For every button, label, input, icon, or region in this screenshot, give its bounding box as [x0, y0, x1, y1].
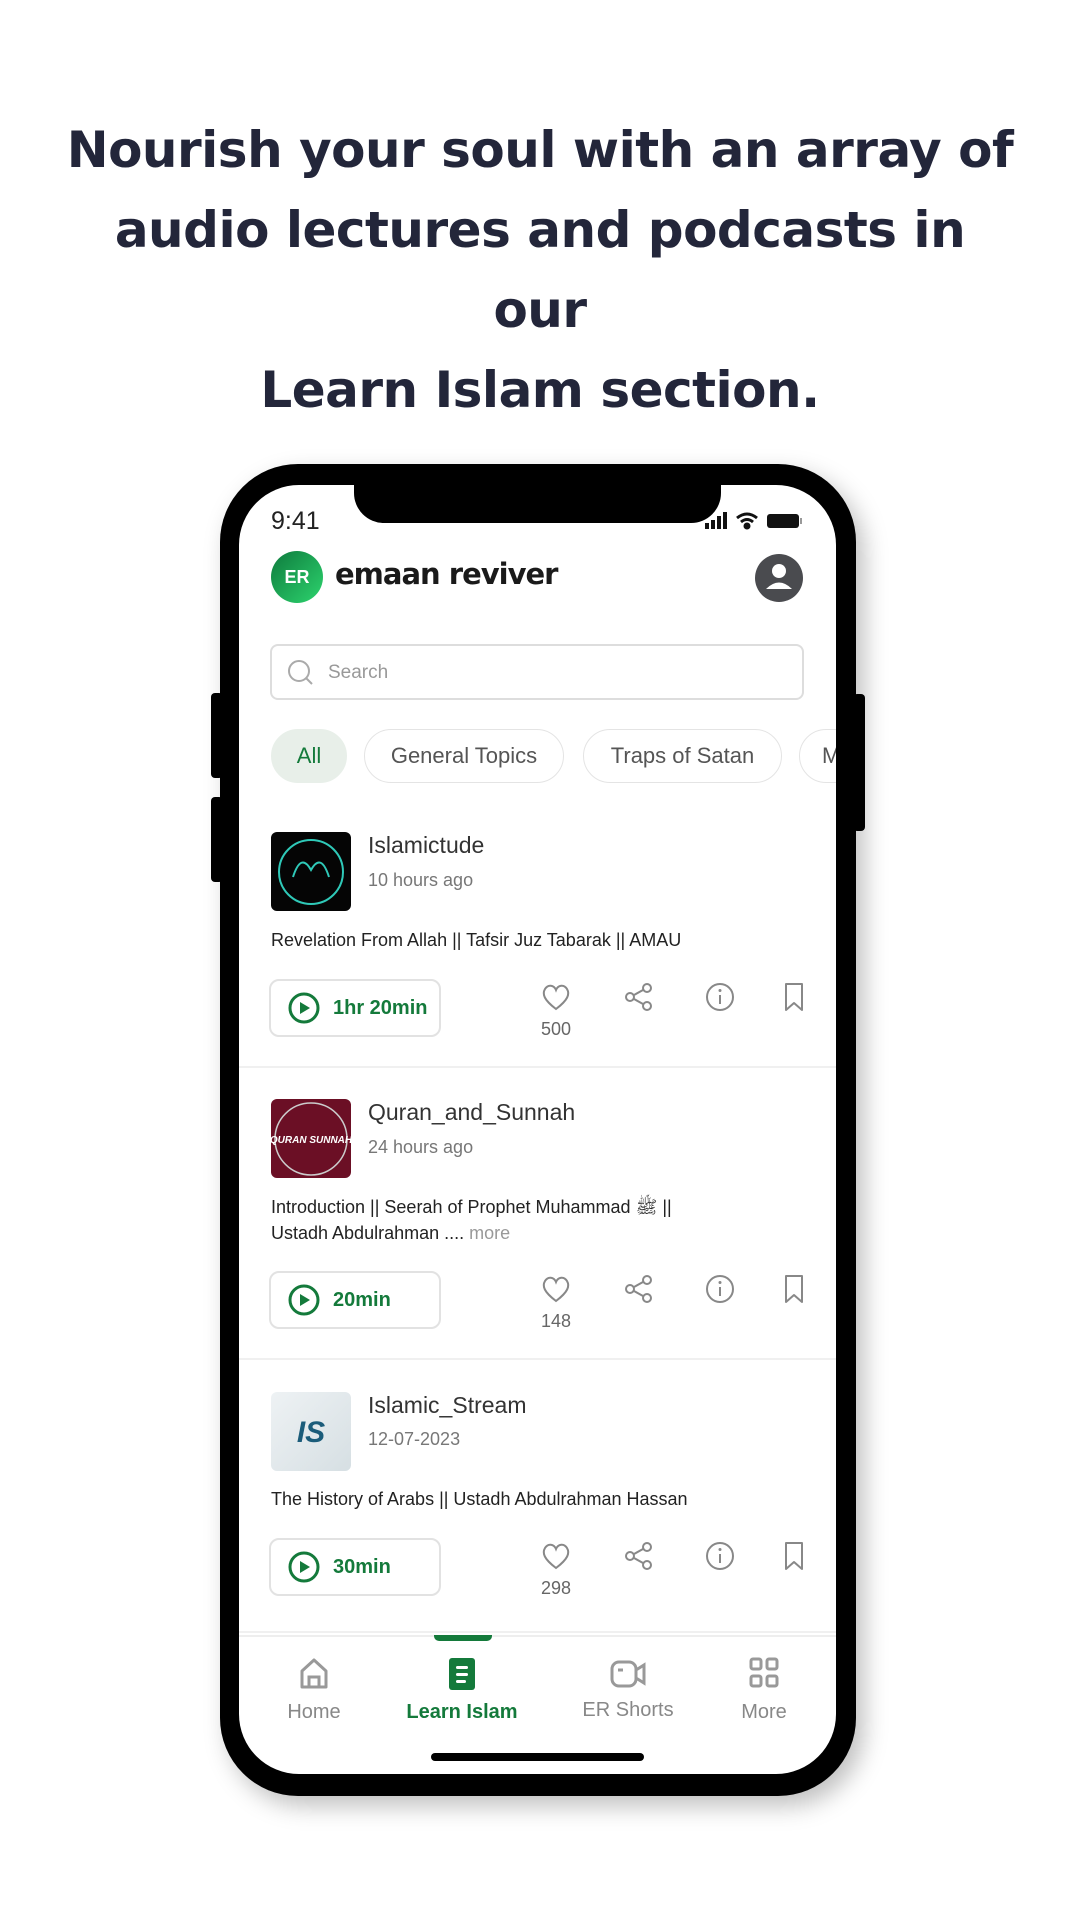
bookmark-icon: [785, 1542, 803, 1570]
grid-icon: [749, 1657, 779, 1688]
channel-name[interactable]: Quran_and_Sunnah: [368, 1099, 575, 1126]
svg-text:IS: IS: [297, 1416, 325, 1449]
document-icon: [449, 1658, 475, 1690]
islamic-stream-logo: IS: [297, 1416, 325, 1449]
search-input[interactable]: Search: [270, 644, 804, 700]
channel-thumbnail[interactable]: [271, 832, 351, 911]
home-indicator: [431, 1753, 644, 1761]
post-time: 12-07-2023: [368, 1429, 461, 1449]
info-icon: [706, 1542, 734, 1570]
like-count: 148: [540, 1311, 572, 1331]
play-button[interactable]: 20min: [269, 1271, 441, 1329]
heart-icon: [542, 984, 570, 1011]
post-title[interactable]: Introduction || Seerah of Prophet Muhamm…: [271, 1194, 771, 1246]
channel-thumbnail[interactable]: IS: [271, 1392, 351, 1471]
calligraphy-logo: [278, 839, 344, 905]
nav-learn-islam[interactable]: Learn Islam: [387, 1657, 537, 1727]
headline: Nourish your soul with an array of audio…: [66, 121, 1014, 419]
bookmark-icon: [785, 983, 803, 1011]
like-count: 500: [540, 1019, 572, 1039]
battery-icon: [767, 514, 802, 528]
heart-button[interactable]: [540, 981, 572, 1018]
divider: [239, 1358, 836, 1360]
app-logo: ER: [271, 551, 323, 603]
channel-thumbnail[interactable]: QURAN SUNNAH: [271, 1099, 351, 1178]
share-icon: [625, 1542, 652, 1570]
info-icon: [706, 983, 734, 1011]
nav-er-shorts[interactable]: ER Shorts: [553, 1657, 703, 1727]
channel-name[interactable]: Islamictude: [368, 832, 484, 859]
share-icon: [625, 1275, 652, 1303]
user-icon: [766, 564, 792, 589]
play-icon: [288, 992, 320, 1024]
like-count: 298: [540, 1578, 572, 1598]
post-time: 10 hours ago: [368, 870, 474, 890]
play-button[interactable]: 30min: [269, 1538, 441, 1596]
play-icon: [288, 1551, 320, 1583]
signal-icon: [705, 512, 727, 529]
divider: [239, 1066, 836, 1068]
notch: [354, 485, 721, 523]
chip-more-topics[interactable]: M: [799, 729, 836, 783]
phone-screen: 9:41 ER emaan reviver Search All General…: [239, 485, 836, 1774]
play-icon: [288, 1284, 320, 1316]
heart-button[interactable]: [540, 1540, 572, 1577]
bookmark-icon: [785, 1275, 803, 1303]
wifi-icon: [736, 512, 758, 530]
heart-button[interactable]: [540, 1273, 572, 1310]
chip-general-topics[interactable]: General Topics: [364, 729, 564, 783]
heart-icon: [542, 1543, 570, 1570]
status-icons: [705, 512, 802, 530]
post-title[interactable]: The History of Arabs || Ustadh Abdulrahm…: [271, 1486, 771, 1512]
heart-icon: [542, 1276, 570, 1303]
svg-text:QURAN SUNNAH: QURAN SUNNAH: [271, 1135, 351, 1146]
divider: [239, 1631, 836, 1633]
nav-active-indicator: [434, 1635, 492, 1641]
bookmark-button[interactable]: [778, 1273, 810, 1310]
info-button[interactable]: [704, 1273, 736, 1310]
video-icon: [610, 1660, 646, 1688]
share-icon: [625, 983, 652, 1011]
share-button[interactable]: [623, 1540, 655, 1577]
nav-more[interactable]: More: [689, 1657, 836, 1727]
info-icon: [706, 1275, 734, 1303]
info-button[interactable]: [704, 1540, 736, 1577]
play-button[interactable]: 1hr 20min: [269, 979, 441, 1037]
search-icon: [288, 660, 313, 685]
share-button[interactable]: [623, 981, 655, 1018]
bookmark-button[interactable]: [778, 981, 810, 1018]
chip-all[interactable]: All: [271, 729, 347, 783]
profile-avatar[interactable]: [755, 554, 803, 602]
home-icon: [300, 1658, 328, 1689]
info-button[interactable]: [704, 981, 736, 1018]
chip-traps-of-satan[interactable]: Traps of Satan: [583, 729, 782, 783]
channel-name[interactable]: Islamic_Stream: [368, 1392, 526, 1419]
more-link[interactable]: more: [469, 1223, 510, 1243]
app-brand: emaan reviver: [335, 557, 558, 591]
post-title[interactable]: Revelation From Allah || Tafsir Juz Taba…: [271, 927, 771, 953]
nav-divider: [239, 1635, 836, 1637]
share-button[interactable]: [623, 1273, 655, 1310]
bookmark-button[interactable]: [778, 1540, 810, 1577]
status-time: 9:41: [271, 507, 320, 535]
nav-home[interactable]: Home: [239, 1657, 389, 1727]
post-time: 24 hours ago: [368, 1137, 474, 1157]
quran-sunnah-logo: QURAN SUNNAH: [271, 1102, 351, 1176]
